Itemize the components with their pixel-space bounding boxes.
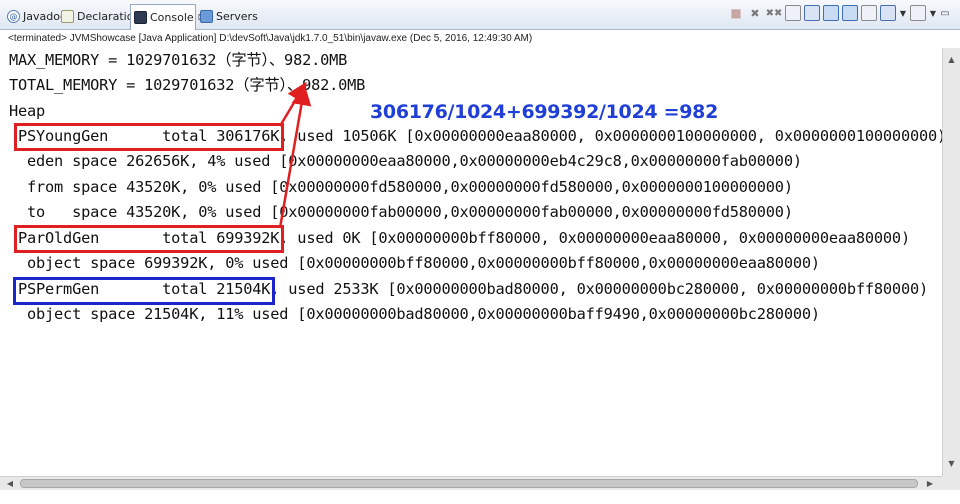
word-wrap-icon[interactable] xyxy=(842,5,858,21)
console-toolbar: ■ ✖ ✖✖ ▼ ▼ ▭ xyxy=(728,5,950,21)
tab-console[interactable]: Console ⊠ xyxy=(130,4,205,30)
console-icon xyxy=(134,11,147,24)
paroldgen-highlight-box xyxy=(14,225,284,253)
view-menu-icon[interactable]: ▼ xyxy=(929,5,937,21)
show-when-stderr-changes-icon[interactable] xyxy=(823,5,839,21)
scroll-up-icon[interactable]: ▲ xyxy=(943,52,960,68)
scroll-down-icon[interactable]: ▼ xyxy=(943,456,960,472)
horizontal-scrollbar[interactable]: ◀ ▶ xyxy=(0,476,942,490)
minimize-icon[interactable]: ▭ xyxy=(940,5,950,21)
bottom-margin xyxy=(0,490,960,504)
remove-launch-icon[interactable]: ✖ xyxy=(747,5,763,21)
calculation-annotation: 306176/1024+699392/1024 =982 xyxy=(370,101,718,123)
scroll-left-icon[interactable]: ◀ xyxy=(2,477,18,491)
console-line: object space 21504K, 11% used [0x0000000… xyxy=(9,305,820,323)
scroll-lock-icon[interactable] xyxy=(785,5,801,21)
horizontal-scroll-thumb[interactable] xyxy=(20,479,918,488)
tab-servers[interactable]: Servers xyxy=(197,5,258,27)
console-line: from space 43520K, 0% used [0x00000000fd… xyxy=(9,178,793,196)
pin-console-icon[interactable] xyxy=(861,5,877,21)
console-line: object space 699392K, 0% used [0x0000000… xyxy=(9,254,820,272)
console-line: Heap xyxy=(9,102,46,120)
tab-console-label: Console xyxy=(150,11,194,24)
console-line: TOTAL_MEMORY = 1029701632（字节）、982.0MB xyxy=(9,76,366,94)
scroll-right-icon[interactable]: ▶ xyxy=(922,477,938,491)
psyounggen-highlight-box xyxy=(14,123,284,151)
launch-status-line: <terminated> JVMShowcase [Java Applicati… xyxy=(8,33,533,44)
tab-servers-label: Servers xyxy=(216,9,258,23)
display-selected-console-icon[interactable] xyxy=(880,5,896,21)
chevron-down-icon[interactable]: ▼ xyxy=(899,5,907,21)
terminate-icon[interactable]: ■ xyxy=(728,5,744,21)
tab-declaration[interactable]: Declaration xyxy=(58,5,140,27)
remove-all-terminated-icon[interactable]: ✖✖ xyxy=(766,5,783,21)
vertical-scrollbar[interactable]: ▲ ▼ xyxy=(942,48,960,476)
declaration-icon xyxy=(61,9,74,23)
console-line: to space 43520K, 0% used [0x00000000fab0… xyxy=(9,203,793,221)
open-console-icon[interactable] xyxy=(910,5,926,21)
scrollbar-corner xyxy=(942,476,960,490)
console-line: eden space 262656K, 4% used [0x00000000e… xyxy=(9,152,802,170)
servers-icon xyxy=(200,9,213,23)
show-when-stdout-changes-icon[interactable] xyxy=(804,5,820,21)
pspermgen-highlight-box xyxy=(13,277,275,305)
view-tab-bar: @ Javadoc Declaration Console ⊠ Servers … xyxy=(0,0,960,30)
console-line: MAX_MEMORY = 1029701632（字节）、982.0MB xyxy=(9,51,348,69)
tab-javadoc[interactable]: @ Javadoc xyxy=(4,5,66,27)
javadoc-icon: @ xyxy=(7,9,20,23)
